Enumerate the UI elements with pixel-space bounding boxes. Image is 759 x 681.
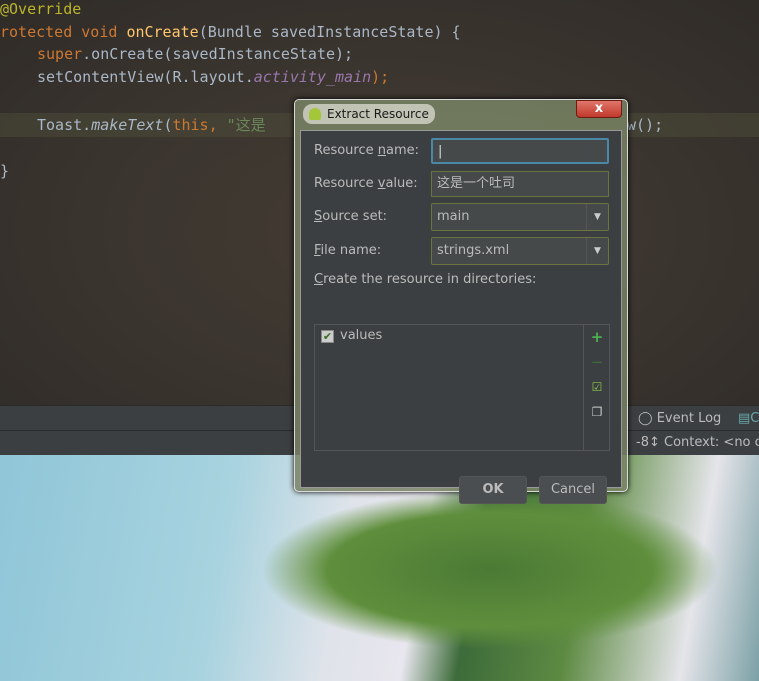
context-status[interactable]: -8↕ Context: <no co: [636, 435, 759, 450]
chevron-down-icon: ▼: [586, 204, 608, 230]
code-line: super.onCreate(savedInstanceState);: [37, 45, 354, 63]
source-set-dropdown[interactable]: main ▼: [431, 203, 609, 231]
console-button[interactable]: ▤C: [738, 411, 759, 426]
extract-resource-dialog: Extract Resource x Resource name: | Reso…: [294, 99, 628, 504]
resource-value-input[interactable]: 这是一个吐司: [431, 171, 609, 197]
resource-name-label: Resource name:: [314, 143, 420, 158]
dialog-title: Extract Resource: [327, 107, 429, 121]
directories-label: Create the resource in directories:: [314, 272, 537, 287]
values-checkbox[interactable]: ✔: [321, 330, 334, 343]
directory-name: values: [340, 328, 383, 343]
code-line: Toast.makeText(this, "这是: [37, 116, 266, 134]
android-icon: [309, 108, 321, 120]
console-label: C: [750, 411, 759, 426]
select-all-icon[interactable]: ☑: [590, 380, 604, 394]
source-set-label: Source set:: [314, 209, 388, 224]
event-log-icon: ◯: [638, 411, 653, 426]
chevron-down-icon: ▼: [586, 238, 608, 264]
event-log-label: Event Log: [656, 411, 722, 426]
file-name-label: File name:: [314, 243, 382, 258]
code-line: @Override: [0, 0, 82, 18]
console-icon: ▤: [738, 411, 751, 426]
code-line-tail: w();: [627, 116, 664, 134]
cancel-button[interactable]: Cancel: [539, 476, 607, 504]
directories-list: ✔ values + − ☑ ❐: [314, 324, 610, 451]
ok-button[interactable]: OK: [459, 476, 527, 504]
code-line: setContentView(R.layout.activity_main);: [37, 68, 390, 86]
resource-name-input[interactable]: |: [431, 138, 609, 164]
code-line: }: [0, 162, 10, 180]
add-icon[interactable]: +: [590, 330, 604, 345]
resource-value-label: Resource value:: [314, 176, 418, 191]
event-log-button[interactable]: ◯ Event Log: [638, 411, 721, 426]
remove-icon[interactable]: −: [590, 355, 604, 370]
wallpaper-island: [260, 490, 720, 650]
close-button[interactable]: x: [576, 100, 622, 118]
dialog-title-bar[interactable]: Extract Resource x: [295, 100, 627, 130]
code-line: rotected void onCreate(Bundle savedInsta…: [0, 23, 461, 41]
copy-icon[interactable]: ❐: [590, 405, 604, 419]
file-name-dropdown[interactable]: strings.xml ▼: [431, 237, 609, 265]
